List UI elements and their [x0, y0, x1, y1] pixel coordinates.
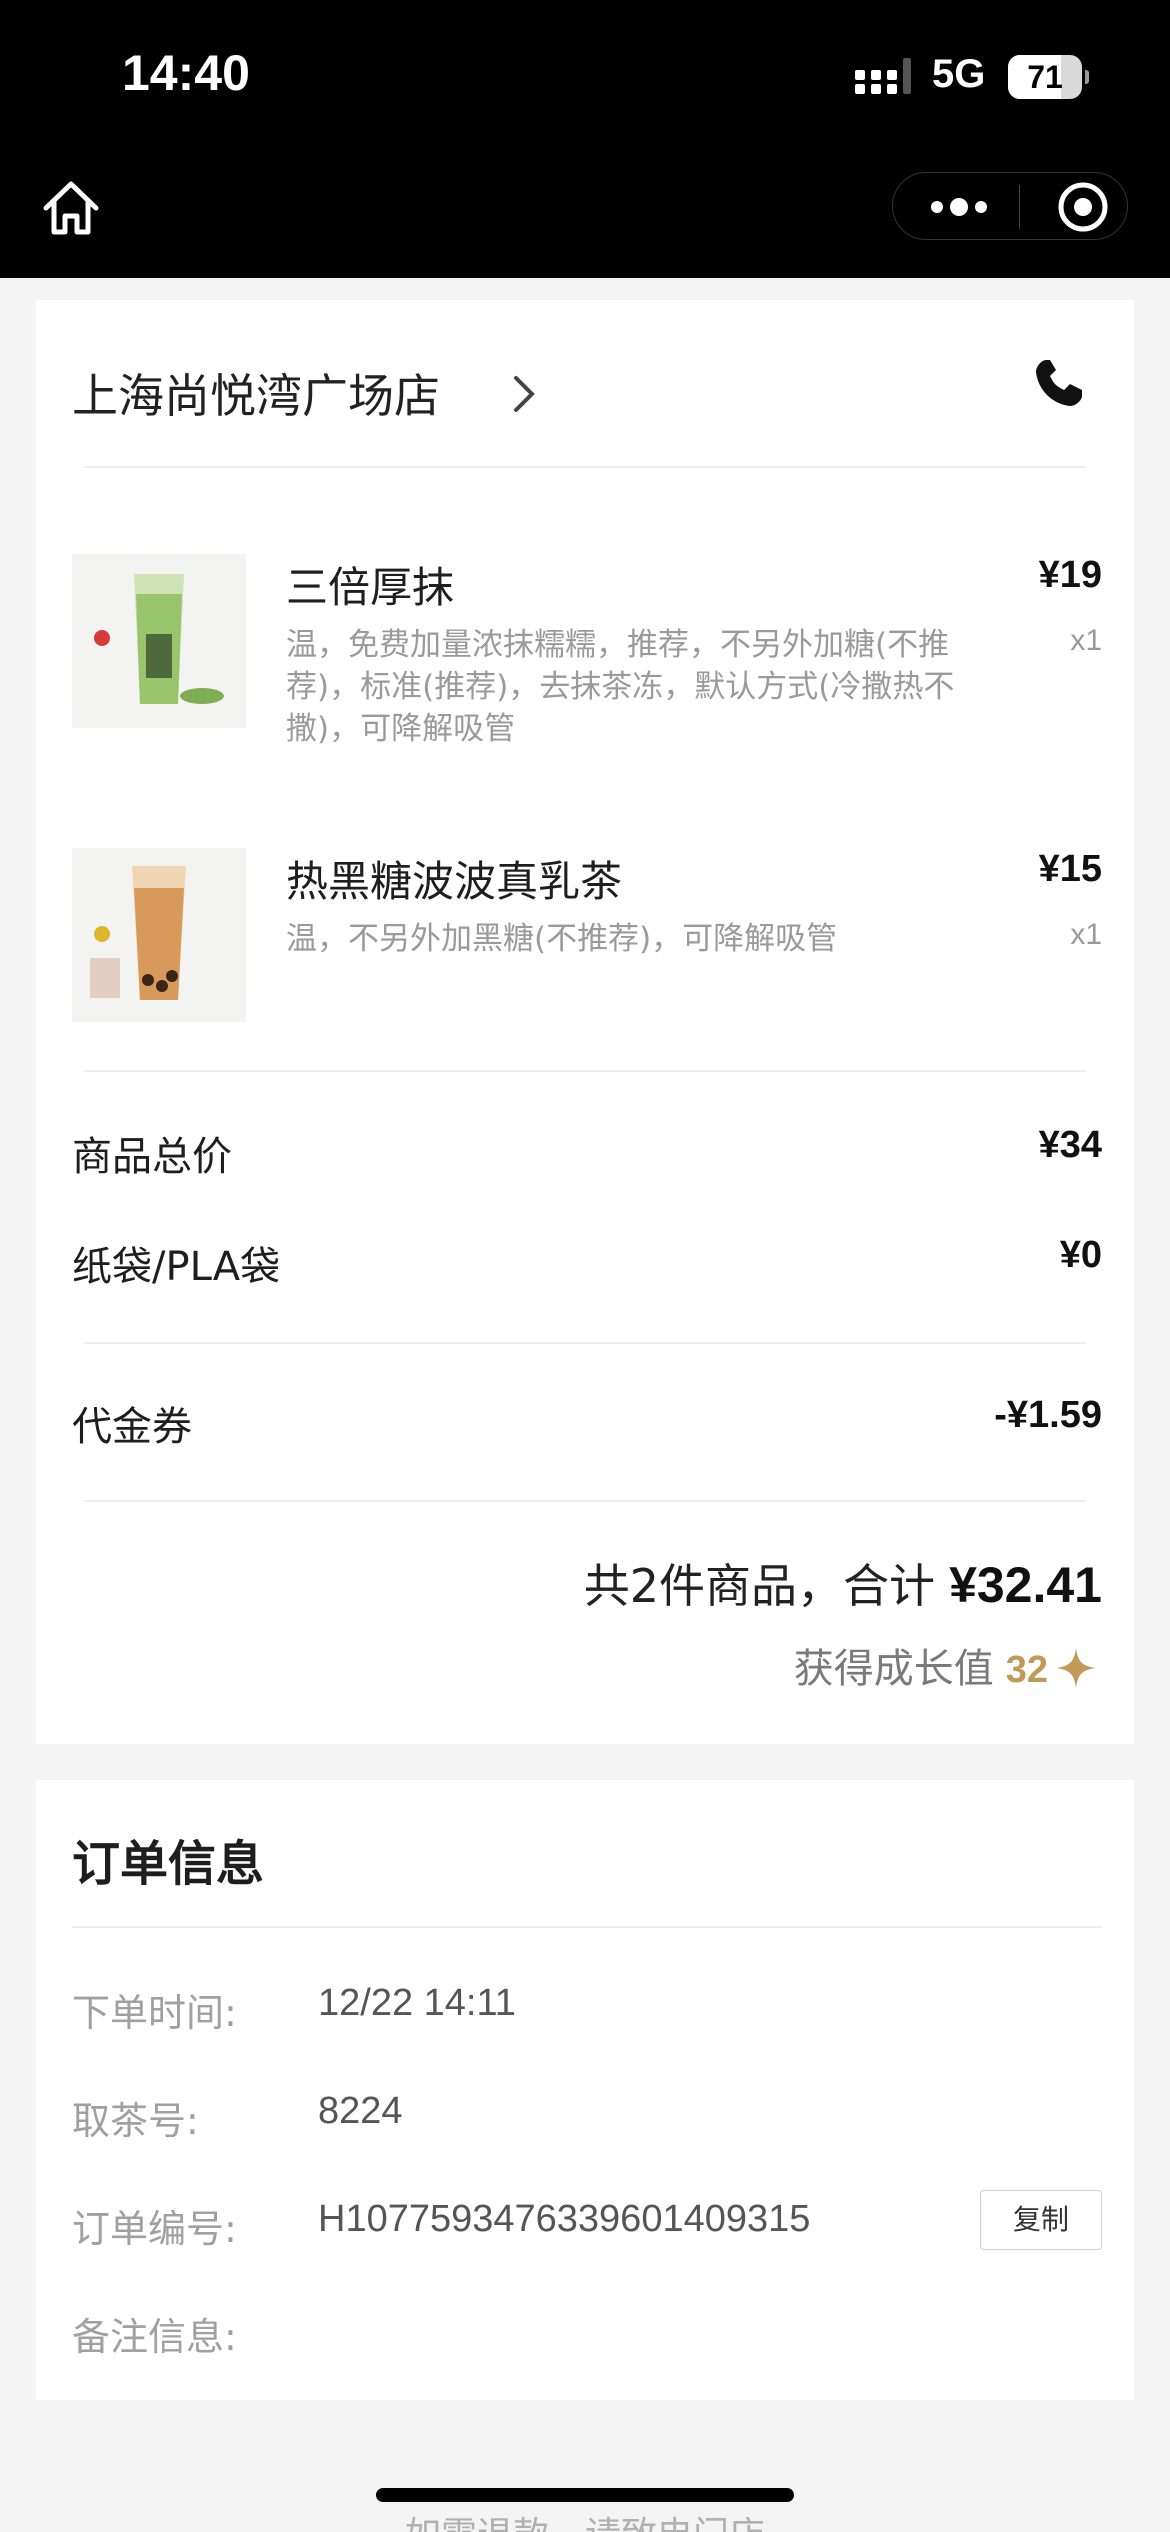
order-info-card: 订单信息 下单时间: 12/22 14:11 取茶号: 8224 订单编号: H… [36, 1780, 1134, 2400]
info-value: 12/22 14:11 [318, 1982, 516, 2024]
order-number-row: 订单编号: H10775934763396014093​15 复制 [72, 2190, 1102, 2254]
bag-label: 纸袋/PLA袋 [72, 1244, 281, 1290]
info-label: 取茶号: [72, 2099, 199, 2143]
item-options: 温，免费加量浓抹糯糯，推荐，不另外加糖(不推荐)，标准(推荐)，去抹茶冻，默认方… [286, 627, 955, 747]
coupon-label: 代金券 [72, 1404, 192, 1450]
growth-label: 获得成长值 [793, 1646, 994, 1692]
divider [72, 1926, 1102, 1928]
pickup-number-row: 取茶号: 8224 [72, 2086, 1102, 2146]
growth-row: 获得成长值 32 [794, 1636, 1098, 1696]
home-icon[interactable] [38, 176, 104, 242]
info-label: 下单时间: [72, 1991, 237, 2035]
info-label: 备注信息: [72, 2315, 237, 2359]
battery-level: 71 [1027, 59, 1063, 95]
info-value: 8224 [318, 2090, 403, 2132]
section-title: 订单信息 [72, 1836, 265, 1892]
order-item: 三倍厚抹 ¥19 x1 温，免费加量浓抹糯糯，推荐，不另外加糖(不推荐)，标准(… [72, 554, 1102, 754]
coupon-row: 代金券 -¥1.59 [72, 1390, 1102, 1450]
copy-button[interactable]: 复制 [980, 2190, 1102, 2250]
item-name: 三倍厚抹 [286, 563, 455, 612]
home-indicator[interactable] [376, 2488, 794, 2502]
signal-icon [855, 58, 911, 94]
item-name: 热黑糖波波真乳茶 [286, 857, 623, 906]
divider [84, 1342, 1086, 1344]
subtotal-label: 商品总价 [72, 1134, 232, 1180]
subtotal-value: ¥34 [1038, 1124, 1102, 1166]
item-price: ¥19 [1038, 554, 1102, 596]
total-row: 共2件商品，合计 ¥32.41 [584, 1550, 1102, 1620]
growth-value: 32 [1005, 1649, 1048, 1691]
coupon-value: -¥1.59 [994, 1394, 1102, 1436]
info-label: 订单编号: [72, 2207, 237, 2251]
status-time: 14:40 [122, 45, 250, 101]
total-count: 共2件商品，合计 [583, 1559, 936, 1613]
item-price: ¥15 [1038, 848, 1102, 890]
remark-row: 备注信息: [72, 2302, 1102, 2362]
total-amount: ¥32.41 [949, 1557, 1102, 1613]
product-image [72, 848, 246, 1022]
network-type: 5G [932, 52, 986, 96]
info-value: H10775934763396014093​15 [318, 2198, 811, 2240]
bag-row: 纸袋/PLA袋 ¥0 [72, 1230, 1102, 1290]
target-circle-icon[interactable] [1057, 181, 1109, 233]
product-image [72, 554, 246, 728]
item-options: 温，不另外加黑糖(不推荐)，可降解吸管 [286, 921, 838, 957]
subtotal-row: 商品总价 ¥34 [72, 1120, 1102, 1180]
divider [84, 1500, 1086, 1502]
sparkle-icon [1056, 1648, 1096, 1688]
battery-icon: 71 [1008, 55, 1089, 99]
divider [84, 1070, 1086, 1072]
store-name[interactable]: 上海尚悦湾广场店 [72, 360, 440, 426]
more-dots-icon[interactable] [929, 193, 989, 221]
phone-icon[interactable] [1032, 356, 1086, 410]
order-time-row: 下单时间: 12/22 14:11 [72, 1978, 1102, 2038]
divider [84, 466, 1086, 468]
mini-program-capsule [892, 172, 1128, 240]
item-quantity: x1 [1070, 624, 1102, 657]
top-bar: 14:40 5G 71 [0, 0, 1170, 278]
order-item: 热黑糖波波真乳茶 ¥15 x1 温，不另外加黑糖(不推荐)，可降解吸管 [72, 848, 1102, 1028]
chevron-right-icon [514, 376, 535, 412]
bag-value: ¥0 [1059, 1234, 1102, 1276]
order-card: 上海尚悦湾广场店 三倍厚抹 ¥19 x1 温，免费加量浓抹糯糯，推荐，不另外加糖… [36, 300, 1134, 1744]
item-quantity: x1 [1070, 918, 1102, 951]
footer-note: 如需退款，请致电门店 [0, 2506, 1170, 2532]
store-row[interactable]: 上海尚悦湾广场店 [72, 352, 1102, 432]
